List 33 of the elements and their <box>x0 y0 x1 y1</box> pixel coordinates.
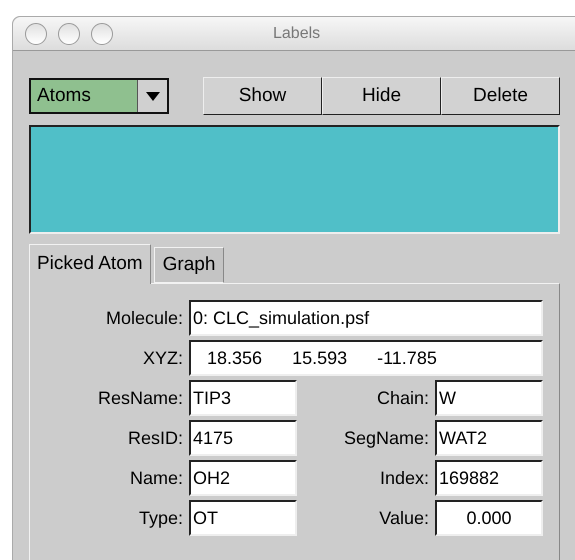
value-field: 4175 <box>189 420 297 456</box>
coordinate-value: 15.593 <box>292 346 348 370</box>
window-control-button[interactable] <box>91 22 113 44</box>
caret-icon <box>146 92 160 100</box>
molecule-field: 0: CLC_simulation.psf <box>189 300 543 336</box>
action-button[interactable]: Hide <box>322 77 441 115</box>
category-dropdown[interactable]: Atoms <box>29 78 169 114</box>
field-label: Type: <box>138 506 183 530</box>
tab[interactable]: Picked Atom <box>29 244 151 284</box>
action-button[interactable]: Delete <box>441 77 560 115</box>
field-label: ResName: <box>96 386 183 410</box>
value-field: 0.000 <box>435 500 543 536</box>
coordinate-value: 18.356 <box>207 346 262 370</box>
action-button[interactable]: Show <box>203 77 322 115</box>
window-control-button[interactable] <box>58 22 80 44</box>
value-field: 169882 <box>435 460 543 496</box>
value-field: TIP3 <box>189 380 297 416</box>
coordinate-value: -11.785 <box>377 346 437 370</box>
value-field: OH2 <box>189 460 297 496</box>
field-label: Chain: <box>376 386 429 410</box>
field-label: ResID: <box>126 426 183 450</box>
field-label: Index: <box>378 466 429 490</box>
field-label: Molecule: <box>104 306 183 330</box>
value-field: WAT2 <box>435 420 543 456</box>
field-label: XYZ: <box>142 346 183 370</box>
value-field: W <box>435 380 543 416</box>
field-label: SegName: <box>342 426 429 450</box>
window-control-button[interactable] <box>25 22 47 44</box>
tab[interactable]: Graph <box>154 247 224 283</box>
value-field: OT <box>189 500 297 536</box>
field-label: Value: <box>378 506 429 530</box>
field-label: Name: <box>128 466 183 490</box>
window-title: Labels <box>273 24 320 44</box>
